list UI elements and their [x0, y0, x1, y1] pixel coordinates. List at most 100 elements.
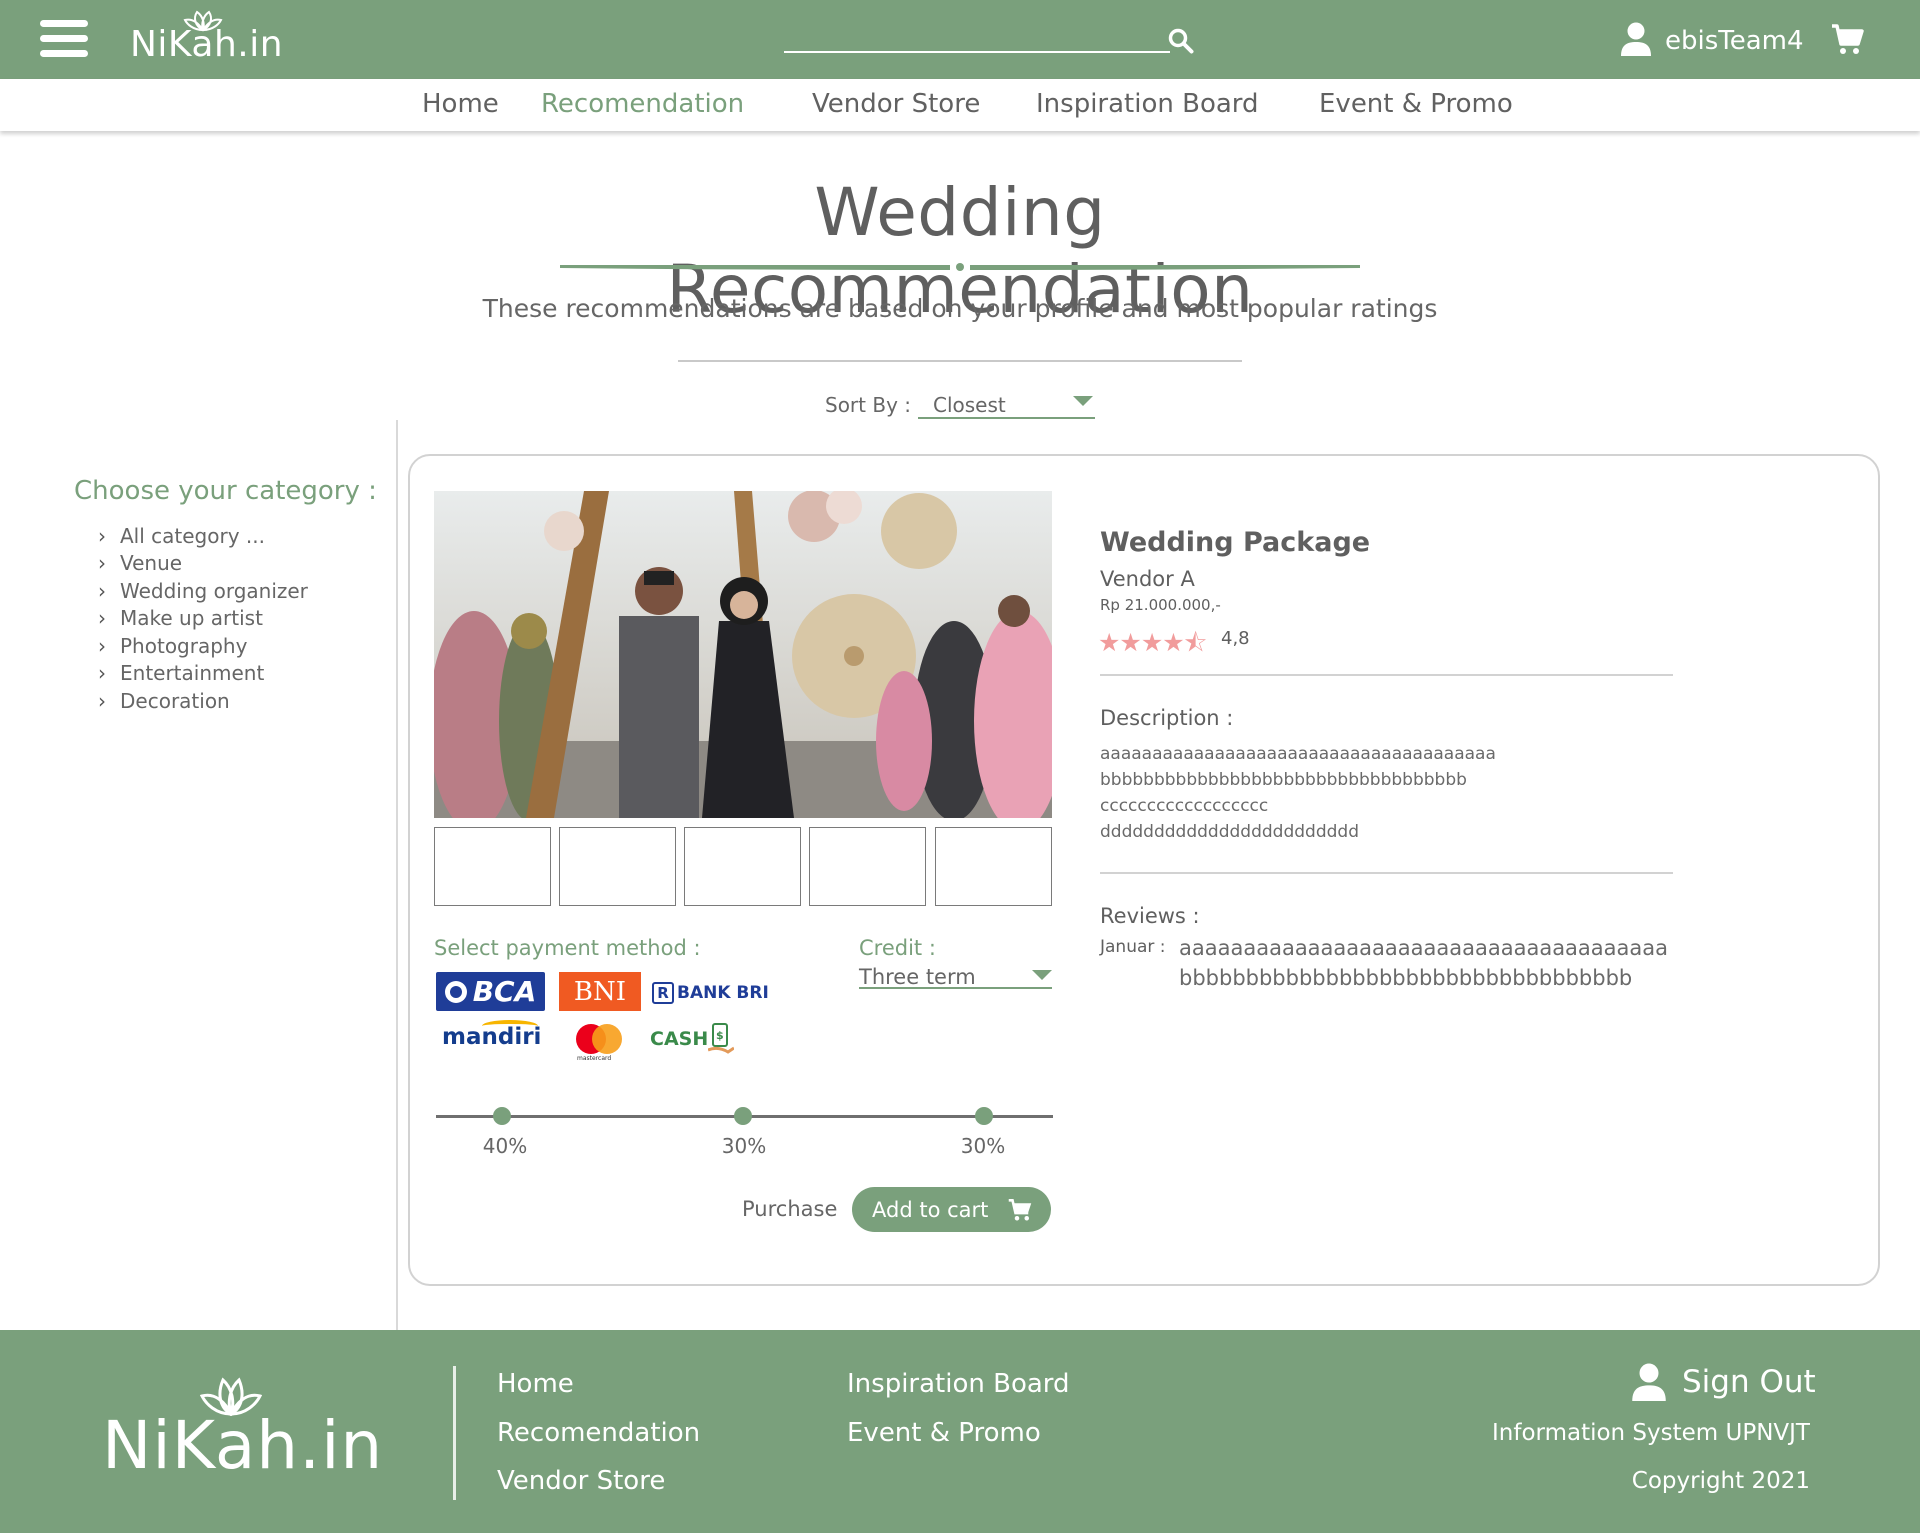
thumbnail-5[interactable]: [935, 827, 1052, 906]
slider-handle-2[interactable]: [734, 1107, 752, 1125]
search-input[interactable]: [784, 51, 1170, 53]
svg-text:$: $: [716, 1029, 724, 1042]
description-line: aaaaaaaaaaaaaaaaaaaaaaaaaaaaaaaaaaaaaa: [1100, 744, 1496, 764]
footer-link-inspiration-board[interactable]: Inspiration Board: [847, 1369, 1070, 1399]
description-line: bbbbbbbbbbbbbbbbbbbbbbbbbbbbbbbbbb: [1100, 770, 1467, 790]
title-underline-ornament: [560, 263, 1360, 271]
nav-inspiration-board[interactable]: Inspiration Board: [1036, 89, 1259, 119]
site-logo[interactable]: NiKah.in: [130, 24, 283, 65]
category-label: Venue: [120, 551, 183, 576]
description-label: Description :: [1100, 706, 1234, 730]
footer-divider: [453, 1366, 456, 1500]
payment-bni-logo[interactable]: BNI: [559, 972, 641, 1011]
footer-link-event-promo[interactable]: Event & Promo: [847, 1418, 1041, 1448]
payment-cash-logo[interactable]: CASH $: [650, 1020, 735, 1058]
category-item-photography[interactable]: › Photography: [98, 632, 308, 660]
payment-mastercard-logo[interactable]: mastercard: [574, 1020, 628, 1062]
sort-select[interactable]: Closest: [918, 389, 1095, 419]
credit-term-value: Three term: [859, 965, 976, 989]
reviews-label: Reviews :: [1100, 904, 1200, 928]
main-nav: Home Recomendation Vendor Store Inspirat…: [0, 79, 1920, 131]
package-price: Rp 21.000.000,-: [1100, 596, 1221, 614]
description-line: cccccccccccccccccc: [1100, 796, 1269, 816]
footer-organization: Information System UPNVJT: [1491, 1420, 1810, 1446]
category-label: All category ...: [120, 523, 265, 548]
category-label: Make up artist: [120, 606, 263, 631]
chevron-right-icon: ›: [98, 551, 106, 576]
product-main-photo[interactable]: [434, 491, 1052, 818]
chevron-right-icon: ›: [98, 661, 106, 686]
sort-value: Closest: [933, 393, 1006, 417]
payment-method-title: Select payment method :: [434, 936, 701, 960]
subtitle-divider: [678, 360, 1242, 362]
payment-bri-logo[interactable]: R BANK BRI: [652, 980, 769, 1006]
sign-out-button[interactable]: Sign Out: [1630, 1363, 1816, 1401]
payment-mandiri-logo[interactable]: mandiri: [442, 1020, 541, 1056]
add-to-cart-label: Add to cart: [872, 1197, 989, 1222]
footer-logo[interactable]: NiKah.in: [102, 1407, 383, 1484]
top-header: NiKah.in ebisTeam4: [0, 0, 1920, 79]
username-label[interactable]: ebisTeam4: [1665, 26, 1804, 56]
thumbnail-1[interactable]: [434, 827, 551, 906]
package-title: Wedding Package: [1100, 527, 1371, 558]
category-item-decoration[interactable]: › Decoration: [98, 687, 308, 715]
nav-recomendation[interactable]: Recomendation: [541, 89, 744, 119]
vendor-name[interactable]: Vendor A: [1100, 567, 1195, 591]
chevron-down-icon: [1032, 970, 1052, 980]
category-item-make-up-artist[interactable]: › Make up artist: [98, 605, 308, 633]
description-line: dddddddddddddddddddddddd: [1100, 822, 1359, 842]
details-divider: [1100, 674, 1673, 676]
nav-home[interactable]: Home: [422, 89, 499, 119]
user-icon: [1632, 1363, 1666, 1401]
sidebar-divider: [396, 420, 398, 1330]
footer-link-vendor-store[interactable]: Vendor Store: [497, 1466, 665, 1496]
category-item-entertainment[interactable]: › Entertainment: [98, 660, 308, 688]
wedding-photo-image: [434, 491, 1052, 818]
star-rating-icons: ★★★★⯪: [1098, 628, 1207, 657]
cart-icon[interactable]: [1830, 22, 1864, 56]
review-text: bbbbbbbbbbbbbbbbbbbbbbbbbbbbbbbbbb: [1179, 966, 1633, 990]
footer-link-recomendation[interactable]: Recomendation: [497, 1418, 700, 1448]
chevron-right-icon: ›: [98, 688, 106, 713]
cash-hand-icon: $: [708, 1023, 735, 1054]
hamburger-menu-icon[interactable]: [40, 20, 88, 58]
search-icon[interactable]: [1168, 28, 1194, 54]
chevron-right-icon: ›: [98, 633, 106, 658]
category-title: Choose your category :: [74, 476, 377, 506]
add-to-cart-button[interactable]: Add to cart: [852, 1187, 1051, 1232]
category-list: › All category ... › Venue › Wedding organi…: [98, 522, 308, 715]
cart-icon: [1008, 1198, 1032, 1221]
slider-handle-3[interactable]: [975, 1107, 993, 1125]
chevron-right-icon: ›: [98, 606, 106, 631]
term-percentage: 40%: [482, 1134, 528, 1158]
sign-out-label: Sign Out: [1682, 1364, 1816, 1400]
category-item-venue[interactable]: › Venue: [98, 550, 308, 578]
thumbnail-4[interactable]: [809, 827, 926, 906]
footer-copyright: Copyright 2021: [1631, 1468, 1810, 1494]
payment-bca-logo[interactable]: BCA: [436, 972, 545, 1011]
term-percentage: 30%: [960, 1134, 1006, 1158]
category-item-all[interactable]: › All category ...: [98, 522, 308, 550]
thumbnail-3[interactable]: [684, 827, 801, 906]
term-percentage: 30%: [721, 1134, 767, 1158]
details-divider: [1100, 872, 1673, 874]
user-icon[interactable]: [1620, 22, 1652, 56]
nav-event-promo[interactable]: Event & Promo: [1319, 89, 1513, 119]
credit-label: Credit :: [859, 936, 936, 960]
category-label: Photography: [120, 633, 248, 658]
nav-vendor-store[interactable]: Vendor Store: [812, 89, 980, 119]
footer-link-home[interactable]: Home: [497, 1369, 574, 1399]
credit-term-select[interactable]: Three term: [859, 963, 1052, 989]
slider-handle-1[interactable]: [493, 1107, 511, 1125]
category-label: Wedding organizer: [120, 578, 308, 603]
review-author: Januar :: [1100, 937, 1166, 957]
category-item-wedding-organizer[interactable]: › Wedding organizer: [98, 577, 308, 605]
rating-value: 4,8: [1221, 628, 1250, 649]
page-subtitle: These recommendations are based on your …: [482, 294, 1438, 323]
thumbnail-2[interactable]: [559, 827, 676, 906]
purchase-button[interactable]: Purchase: [742, 1197, 837, 1221]
category-label: Decoration: [120, 688, 230, 713]
sort-label: Sort By :: [825, 393, 912, 417]
chevron-down-icon: [1073, 396, 1093, 406]
chevron-right-icon: ›: [98, 523, 106, 548]
